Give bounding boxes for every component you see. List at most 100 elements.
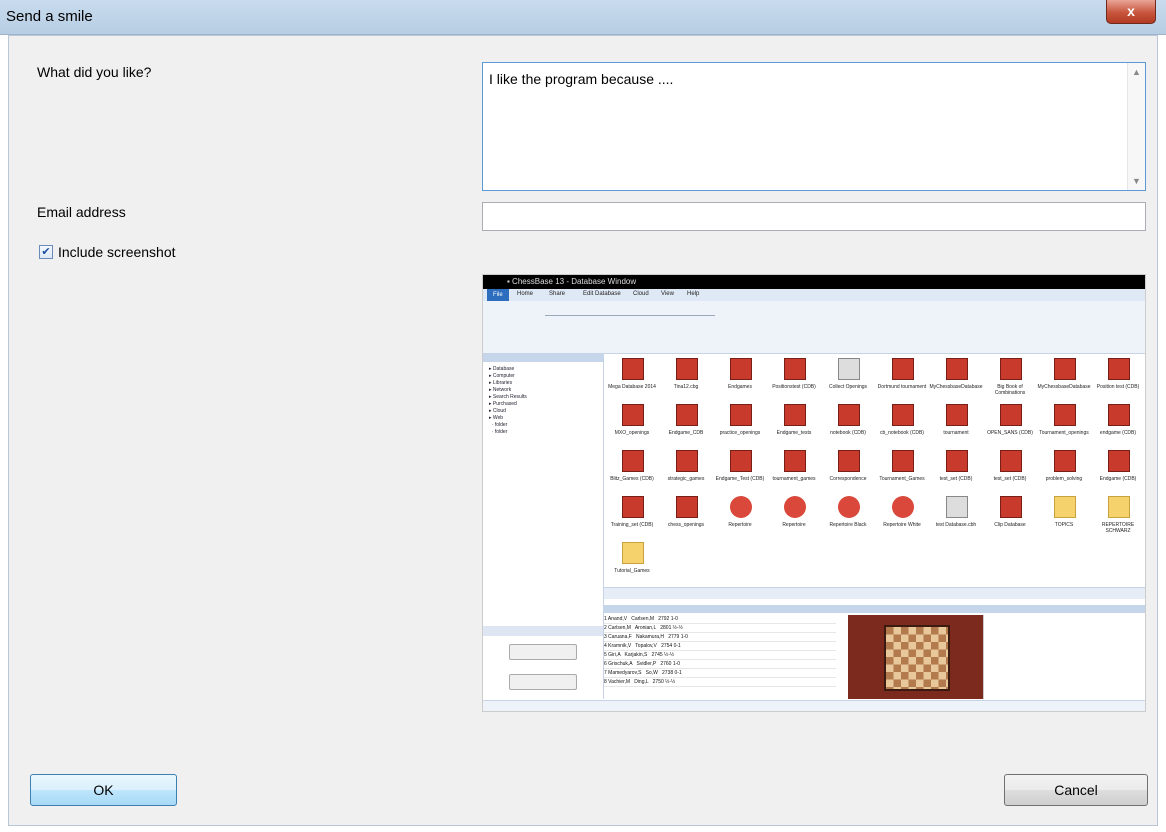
database-icon-label: Blitz_Games (CDB) <box>610 476 654 482</box>
database-icon <box>622 404 644 426</box>
preview-left-button-1 <box>509 644 577 660</box>
scroll-down-icon[interactable]: ▼ <box>1132 176 1141 186</box>
preview-left-button-2 <box>509 674 577 690</box>
database-icon-label: test_set (CDB) <box>939 476 973 482</box>
database-icon <box>622 542 644 564</box>
include-screenshot-checkbox[interactable]: ✔ <box>39 245 53 259</box>
window-title: Send a smile <box>6 8 93 25</box>
preview-database-icon: test Database.cbh <box>928 494 984 544</box>
database-icon-label: Big Book of Combinations <box>994 384 1026 396</box>
preview-database-icon: Tina12.cbg <box>658 356 714 406</box>
database-icon-label: Repertoire <box>728 522 752 528</box>
preview-left-pane: ▸ Database ▸ Computer ▸ Libraries ▸ Network… <box>483 354 604 699</box>
preview-menu-share: Share <box>549 291 566 297</box>
preview-database-icon: problem_solving <box>1036 448 1092 498</box>
preview-database-icon: tournament <box>928 402 984 452</box>
database-icon <box>1000 450 1022 472</box>
database-icon-label: MXO_openings <box>614 430 650 436</box>
database-icon <box>946 404 968 426</box>
checkmark-icon: ✔ <box>41 246 51 258</box>
preview-menu-help: Help <box>687 291 700 297</box>
database-icon <box>730 404 752 426</box>
database-icon <box>730 496 752 518</box>
database-icon-label: test_set (CDB) <box>993 476 1027 482</box>
database-icon-label: Repertoire White <box>883 522 921 528</box>
ok-button[interactable]: OK <box>30 774 177 806</box>
database-icon-label: Positionstest (CDB) <box>772 384 816 390</box>
feedback-text: I like the program because .... <box>489 71 674 87</box>
preview-search <box>483 626 603 636</box>
database-icon-label: OPEN_SANS (CDB) <box>987 430 1033 436</box>
preview-table-header <box>604 605 1145 613</box>
database-icon-label: cb_notebook (CDB) <box>880 430 924 436</box>
preview-database-icon: Repertoire <box>766 494 822 544</box>
close-button[interactable]: x <box>1106 0 1156 24</box>
database-icon <box>1108 404 1130 426</box>
textarea-scrollbar[interactable]: ▲ ▼ <box>1127 63 1145 190</box>
email-field[interactable] <box>482 202 1146 231</box>
preview-database-icon: Mega Database 2014 <box>604 356 660 406</box>
database-icon-label: Endgame_CDB <box>668 430 704 436</box>
database-icon <box>838 450 860 472</box>
preview-database-icon: Endgame_tests <box>766 402 822 452</box>
database-icon-label: MyChessbaseDatabase <box>1037 384 1091 390</box>
preview-database-icon: Training_set (CDB) <box>604 494 660 544</box>
feedback-textarea[interactable]: I like the program because .... ▲ ▼ <box>482 62 1146 191</box>
database-icon-label: Collect Openings <box>828 384 868 390</box>
database-icon <box>730 358 752 380</box>
preview-database-icon: Big Book of Combinations <box>982 356 1038 406</box>
preview-database-icon: Tutorial_Games <box>604 540 660 590</box>
database-icon <box>1108 450 1130 472</box>
database-icon <box>784 404 806 426</box>
database-icon <box>676 358 698 380</box>
database-icon-label: Training_set (CDB) <box>610 522 654 528</box>
cancel-button[interactable]: Cancel <box>1004 774 1148 806</box>
database-icon-label: Endgames <box>728 384 752 390</box>
include-screenshot-label[interactable]: Include screenshot <box>58 244 176 260</box>
database-icon <box>784 450 806 472</box>
preview-database-icon: Endgame (CDB) <box>1090 448 1145 498</box>
database-icon-label: endgame (CDB) <box>1099 430 1137 436</box>
preview-database-icon: MyChessbaseDatabase <box>1036 356 1092 406</box>
preview-database-icon: Repertoire <box>712 494 768 544</box>
database-icon-label: Repertoire Black <box>829 522 867 528</box>
database-icon-label: Repertoire <box>782 522 806 528</box>
database-icon <box>946 358 968 380</box>
preview-database-icon: Collect Openings <box>820 356 876 406</box>
email-label: Email address <box>37 204 126 220</box>
what-label: What did you like? <box>37 64 152 80</box>
preview-database-icon: Endgame_CDB <box>658 402 714 452</box>
preview-database-icon: strategic_games <box>658 448 714 498</box>
preview-database-icon: REPERTOIRE SCHWARZ <box>1090 494 1145 544</box>
database-icon-label: problem_solving <box>1045 476 1083 482</box>
preview-menu: File Home Share Edit Database Cloud View… <box>483 289 1145 301</box>
preview-menu-file: File <box>487 289 509 301</box>
scroll-up-icon[interactable]: ▲ <box>1132 67 1141 77</box>
preview-database-icon: Repertoire Black <box>820 494 876 544</box>
database-icon <box>676 450 698 472</box>
database-icon <box>1108 358 1130 380</box>
database-icon <box>892 404 914 426</box>
database-icon-label: Tournament_Games <box>879 476 925 482</box>
database-icon <box>1054 358 1076 380</box>
database-icon-label: REPERTOIRE SCHWARZ <box>1101 522 1135 534</box>
preview-database-icon: Position test (CDB) <box>1090 356 1145 406</box>
preview-tree: ▸ Database ▸ Computer ▸ Libraries ▸ Network… <box>489 366 527 435</box>
database-icon-label: Dortmund tournament <box>877 384 927 390</box>
preview-database-icon: tournament_games <box>766 448 822 498</box>
preview-titlebar: ▪ ChessBase 13 - Database Window <box>483 275 1145 289</box>
database-icon-label: TOPICS <box>1054 522 1074 528</box>
preview-menu-home: Home <box>517 291 534 297</box>
database-icon <box>1000 496 1022 518</box>
database-icon-label: strategic_games <box>667 476 705 482</box>
database-icon-label: MyChessbaseDatabase <box>929 384 983 390</box>
database-icon <box>622 450 644 472</box>
preview-database-icon: Tournament_Games <box>874 448 930 498</box>
preview-database-icon: Endgame_Test (CDB) <box>712 448 768 498</box>
database-icon <box>946 450 968 472</box>
database-icon <box>784 358 806 380</box>
preview-database-icon: Correspondence <box>820 448 876 498</box>
database-icon-label: Tutorial_Games <box>614 568 650 574</box>
database-icon <box>892 358 914 380</box>
preview-title: ▪ ChessBase 13 - Database Window <box>507 277 637 286</box>
